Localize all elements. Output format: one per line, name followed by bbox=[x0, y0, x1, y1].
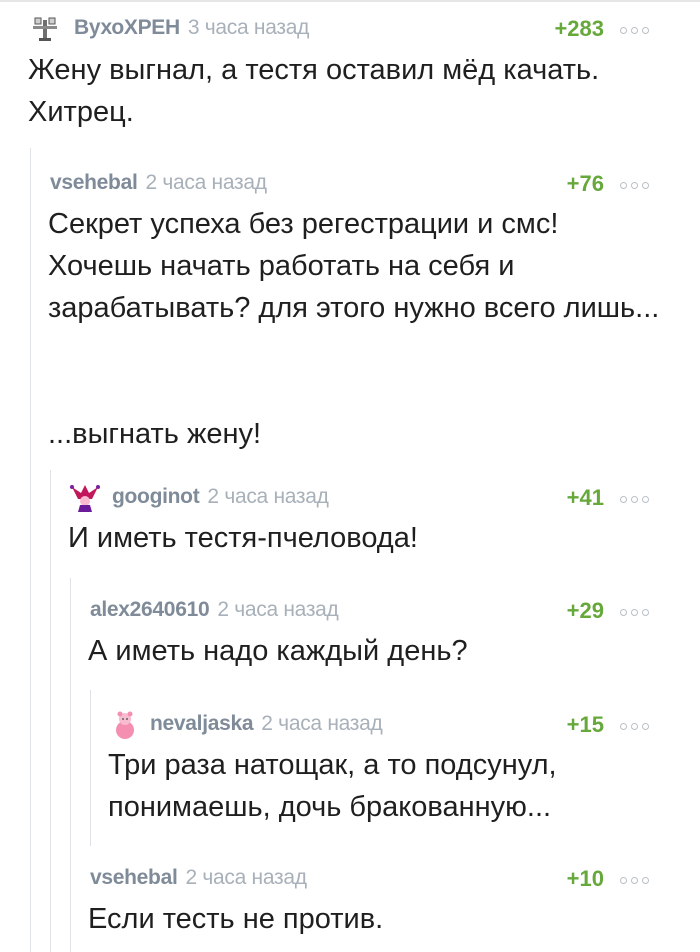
comment-header: ВухоХРЕН 3 часа назад +283 bbox=[30, 14, 670, 48]
comment-header: alex2640610 2 часа назад +29 bbox=[90, 596, 670, 630]
comment-menu-button[interactable] bbox=[620, 877, 660, 887]
comment-menu-button[interactable] bbox=[620, 27, 660, 37]
dot-icon bbox=[642, 609, 649, 616]
comment-time: 2 часа назад bbox=[261, 712, 383, 735]
comment-username[interactable]: ВухоХРЕН 3 часа назад bbox=[74, 16, 309, 40]
comment-text: Секрет успеха без регестрации и смс! Хоч… bbox=[48, 208, 660, 450]
dot-icon bbox=[620, 496, 627, 503]
thread-line bbox=[70, 578, 71, 952]
thread-line bbox=[50, 470, 51, 952]
comment-menu-button[interactable] bbox=[620, 609, 660, 619]
comment-header: vsehebal 2 часа назад +10 bbox=[90, 864, 670, 898]
dot-icon bbox=[642, 723, 649, 730]
comment-text: Три раза натощак, а то подсунул, понимае… bbox=[108, 749, 557, 823]
comment-rating: +76 bbox=[566, 171, 604, 196]
top-divider bbox=[0, 0, 700, 2]
dot-icon bbox=[631, 877, 638, 884]
dot-icon bbox=[620, 723, 627, 730]
comment-menu-button[interactable] bbox=[620, 182, 660, 192]
comment: vsehebal 2 часа назад +10 Если тесть не п… bbox=[88, 864, 670, 940]
comment-username[interactable]: nevaljaska 2 часа назад bbox=[150, 712, 383, 736]
comment: alex2640610 2 часа назад +29 А иметь надо… bbox=[88, 596, 670, 672]
comment: ВухоХРЕН 3 часа назад +283 Жену выгнал, а… bbox=[28, 14, 670, 133]
comment-header: nevaljaska 2 часа назад +15 bbox=[110, 710, 670, 744]
dot-icon bbox=[642, 182, 649, 189]
dot-icon bbox=[631, 609, 638, 616]
comment: vsehebal 2 часа назад +76 Секрет успеха б… bbox=[48, 169, 670, 455]
comment-rating: +41 bbox=[566, 485, 604, 510]
comment-time: 2 часа назад bbox=[145, 171, 267, 194]
comment-text: Если тесть не против. bbox=[88, 903, 384, 935]
dot-icon bbox=[620, 182, 627, 189]
windmill-avatar-icon[interactable] bbox=[30, 14, 60, 44]
comment-time: 2 часа назад bbox=[207, 485, 329, 508]
comment-header: vsehebal 2 часа назад +76 bbox=[50, 169, 670, 203]
jester-avatar-icon[interactable] bbox=[70, 483, 100, 513]
dot-icon bbox=[620, 27, 627, 34]
comment-header: googinot 2 часа назад +41 bbox=[70, 483, 670, 517]
comment-text: А иметь надо каждый день? bbox=[88, 635, 468, 667]
thread-line bbox=[30, 148, 31, 952]
roly-poly-doll-avatar-icon[interactable] bbox=[110, 710, 140, 740]
comment-text: И иметь тестя-пчеловода! bbox=[68, 522, 418, 554]
comment-time: 2 часа назад bbox=[217, 598, 339, 621]
dot-icon bbox=[620, 609, 627, 616]
dot-icon bbox=[620, 877, 627, 884]
dot-icon bbox=[642, 496, 649, 503]
comment-menu-button[interactable] bbox=[620, 496, 660, 506]
comment-username[interactable]: googinot 2 часа назад bbox=[112, 485, 329, 509]
comment-rating: +15 bbox=[566, 712, 604, 737]
comment-time: 2 часа назад bbox=[185, 866, 307, 889]
comment-menu-button[interactable] bbox=[620, 723, 660, 733]
dot-icon bbox=[631, 496, 638, 503]
comment-rating: +29 bbox=[566, 598, 604, 623]
dot-icon bbox=[642, 877, 649, 884]
comment-username[interactable]: vsehebal 2 часа назад bbox=[90, 866, 307, 890]
comment-rating: +283 bbox=[554, 16, 604, 41]
dot-icon bbox=[631, 723, 638, 730]
comment-username[interactable]: vsehebal 2 часа назад bbox=[50, 171, 267, 195]
comment-time: 3 часа назад bbox=[187, 16, 310, 39]
thread-line bbox=[90, 690, 91, 846]
comment-username[interactable]: alex2640610 2 часа назад bbox=[90, 598, 339, 622]
dot-icon bbox=[631, 27, 638, 34]
comment-text: Жену выгнал, а тестя оставил мёд качать.… bbox=[28, 54, 600, 128]
comment: nevaljaska 2 часа назад +15 Три раза нато… bbox=[108, 710, 670, 828]
comment-rating: +10 bbox=[566, 866, 604, 891]
dot-icon bbox=[631, 182, 638, 189]
dot-icon bbox=[642, 27, 649, 34]
comment: googinot 2 часа назад +41 И иметь тестя-п… bbox=[68, 483, 670, 559]
